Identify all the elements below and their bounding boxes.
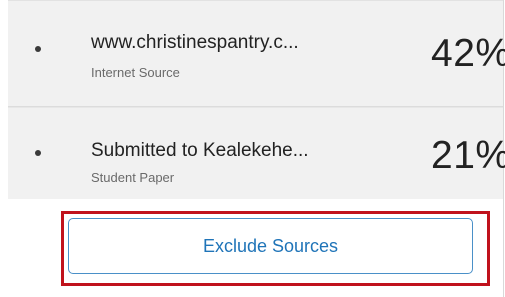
bullet-icon bbox=[35, 150, 41, 156]
source-type: Internet Source bbox=[91, 65, 180, 80]
source-list-item[interactable]: www.christinespantry.c... Internet Sourc… bbox=[8, 0, 505, 107]
bullet-icon bbox=[35, 46, 41, 52]
source-match-percent: 42% bbox=[431, 32, 505, 75]
exclude-sources-button[interactable]: Exclude Sources bbox=[68, 218, 473, 274]
source-title: www.christinespantry.c... bbox=[91, 32, 299, 53]
panel-footer: Exclude Sources bbox=[8, 199, 503, 297]
source-list-item[interactable]: Submitted to Kealekehe... Student Paper … bbox=[8, 107, 505, 200]
source-match-percent: 21% bbox=[431, 134, 505, 177]
source-type: Student Paper bbox=[91, 170, 175, 185]
source-title: Submitted to Kealekehe... bbox=[91, 140, 309, 161]
match-overview-panel: www.christinespantry.c... Internet Sourc… bbox=[0, 0, 505, 297]
